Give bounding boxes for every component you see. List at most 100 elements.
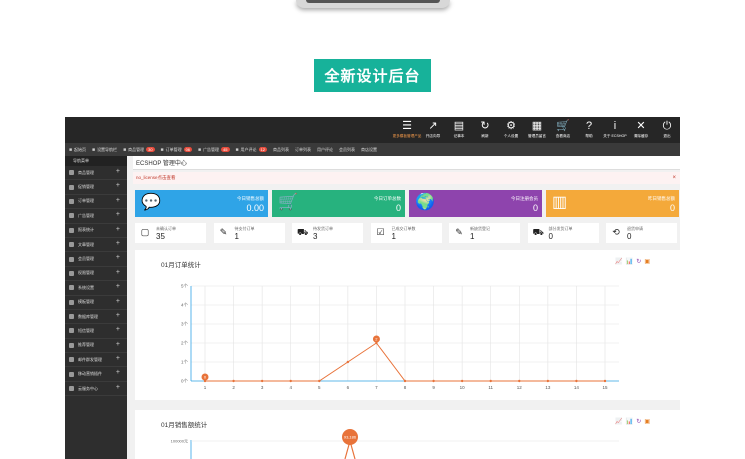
toolbar-icon: ⏻ [662, 120, 672, 132]
expand-icon[interactable]: + [116, 298, 120, 305]
order-card[interactable]: ✎ 新缺货登记 1 [449, 223, 520, 243]
sidebar-item[interactable]: 移动营销插件 + [65, 367, 127, 382]
sidebar-item[interactable]: 数据库管理 + [65, 310, 127, 325]
order-card[interactable]: ✎ 待支付订单 1 [213, 223, 285, 243]
toolbar-icon: ▤ [453, 120, 465, 132]
sidebar-item[interactable]: 商品管理 + [65, 166, 127, 181]
expand-icon[interactable]: + [116, 168, 120, 175]
toolbar-item[interactable]: ⏻ 退出 [654, 119, 680, 139]
stat-label: 今日销售总额 [237, 196, 264, 201]
x-tick-label: 7 [375, 385, 378, 390]
toolbar-label: 刷新 [481, 133, 489, 138]
expand-icon[interactable]: + [116, 312, 120, 319]
sidebar-item[interactable]: 短信管理 + [65, 324, 127, 339]
order-chart-panel: 01月订单统计 📈 📊 ↻ ▣ 0个 1个 2个 3个 4个 5个 1 2 3 4 5 6 7 8 9 10 1… [135, 250, 680, 400]
sidebar-item[interactable]: 权限管理 + [65, 267, 127, 282]
sidebar-item[interactable]: 推荐管理 + [65, 339, 127, 354]
menu-item-label: 设置导航栏 [97, 146, 118, 152]
expand-icon[interactable]: + [116, 211, 120, 218]
expand-icon[interactable]: + [116, 341, 120, 348]
x-tick-label: 6 [347, 385, 350, 390]
expand-icon[interactable]: + [116, 355, 120, 362]
menu-item[interactable]: 订单列表 [295, 147, 311, 153]
sales-chart-panel: 01月销售额统计 📈 📊 ↻ ▣ 100000元 93,186 [135, 410, 680, 459]
stat-icon: ▥ [552, 194, 568, 211]
license-notice-link[interactable]: no_license点击查看 [136, 175, 176, 181]
expand-icon[interactable]: + [116, 369, 120, 376]
sidebar-item[interactable]: 促销管理 + [65, 180, 127, 195]
menu-item-label: 订单列表 [295, 146, 311, 152]
expand-icon[interactable]: + [116, 226, 120, 233]
toolbar-label: 退出 [663, 133, 671, 138]
x-tick-label: 3 [261, 385, 264, 390]
sidebar-item-label: 订单管理 [78, 198, 94, 204]
toolbar-item[interactable]: ☰ 更多模板管理产品 [393, 119, 422, 139]
sidebar-item-label: 商品管理 [78, 169, 94, 175]
toolbar-item[interactable]: ▤ 记事本 [446, 119, 472, 139]
x-tick-label: 4 [289, 385, 292, 390]
order-card[interactable]: ⛟ 部分发货订单 0 [527, 223, 599, 243]
toolbar-item[interactable]: ✕ 清除缓存 [628, 119, 654, 139]
sidebar-item-icon [69, 386, 74, 392]
expand-icon[interactable]: + [116, 197, 120, 204]
sidebar-item-label: 数据库管理 [78, 313, 98, 319]
expand-icon[interactable]: + [116, 326, 120, 333]
menu-item[interactable]: 用户评论 [317, 147, 333, 153]
menu-icon: ■ [198, 146, 202, 153]
order-icon: ✎ [455, 227, 463, 237]
stat-icon: 🌍 [415, 194, 435, 211]
breadcrumb: ECSHOP 管理中心 [133, 156, 680, 170]
stat-card: 🛒 今日订单总数 0 [272, 190, 405, 217]
sidebar-item[interactable]: 报表统计 + [65, 224, 127, 238]
sidebar-item[interactable]: 订单管理 + [65, 195, 127, 210]
expand-icon[interactable]: + [116, 269, 120, 276]
toolbar-label: 清除缓存 [633, 133, 649, 138]
data-point [575, 379, 578, 383]
toolbar-icon: ? [585, 120, 593, 132]
toolbar-item[interactable]: ▦ 管理员留言 [524, 119, 550, 139]
sidebar-item[interactable]: 会员管理 + [65, 252, 127, 267]
sidebar-item[interactable]: 邮件群发管理 + [65, 353, 127, 368]
toolbar-item[interactable]: ? 帮助 [576, 119, 602, 139]
menu-item[interactable]: ■ 订单管理 06 [161, 147, 193, 153]
menu-item[interactable]: ■ 广告管理 45 [198, 146, 230, 153]
toolbar-item[interactable]: ↻ 刷新 [472, 119, 498, 139]
expand-icon[interactable]: + [116, 283, 120, 290]
menu-icon: ■ [123, 146, 127, 153]
data-point [603, 379, 607, 383]
x-tick-label: 1 [204, 385, 207, 390]
menu-item[interactable]: ■ 商品管理 30 [123, 146, 155, 153]
y-tick-label: 100000元 [171, 439, 188, 444]
menu-item[interactable]: ■ 设置导航栏 [92, 147, 117, 153]
order-card[interactable]: ☑ 已成交订单数 1 [370, 223, 442, 243]
sidebar-item[interactable]: 广告管理 + [65, 209, 127, 224]
sidebar-item[interactable]: 文章管理 + [65, 238, 127, 253]
sidebar-item[interactable]: 云服务中心 + [65, 382, 127, 397]
menu-item[interactable]: 商店设置 [361, 147, 377, 153]
toolbar-icon: ⚙ [506, 120, 516, 132]
x-tick-label: 13 [545, 385, 551, 390]
sidebar-item[interactable]: 模板管理 + [65, 296, 127, 310]
sidebar-item[interactable]: 系统设置 + [65, 281, 127, 296]
close-icon[interactable]: × [672, 175, 676, 181]
order-card[interactable]: ⛟ 待发货订单 3 [292, 223, 363, 243]
expand-icon[interactable]: + [116, 182, 120, 189]
menu-item[interactable]: 商品列表 [273, 147, 289, 153]
menu-item[interactable]: ■ 起始页 [69, 147, 86, 153]
count-badge: 06 [183, 147, 193, 152]
order-card[interactable]: ⟲ 退货申请 0 [606, 223, 677, 243]
menu-item[interactable]: ■ 用户评论 12 [236, 147, 267, 153]
expand-icon[interactable]: + [116, 240, 120, 247]
toolbar-item[interactable]: ↗ 开店向导 [420, 119, 446, 139]
toolbar-label: 个人设置 [503, 133, 519, 138]
toolbar-item[interactable]: 🛒 查看商店 [550, 119, 576, 139]
menu-item[interactable]: 会员列表 [339, 147, 355, 153]
toolbar-item[interactable]: ⚙ 个人设置 [498, 119, 524, 139]
sidebar-item-icon [69, 213, 74, 219]
order-card[interactable]: ▢ 未确认订单 35 [135, 223, 206, 243]
y-tick-label: 0个 [181, 379, 189, 384]
expand-icon[interactable]: + [116, 254, 120, 261]
expand-icon[interactable]: + [116, 384, 120, 391]
toolbar-item[interactable]: i 关于 ECSHOP [602, 119, 628, 139]
stat-card: ▥ 昨日销售总额 0 [546, 190, 679, 217]
